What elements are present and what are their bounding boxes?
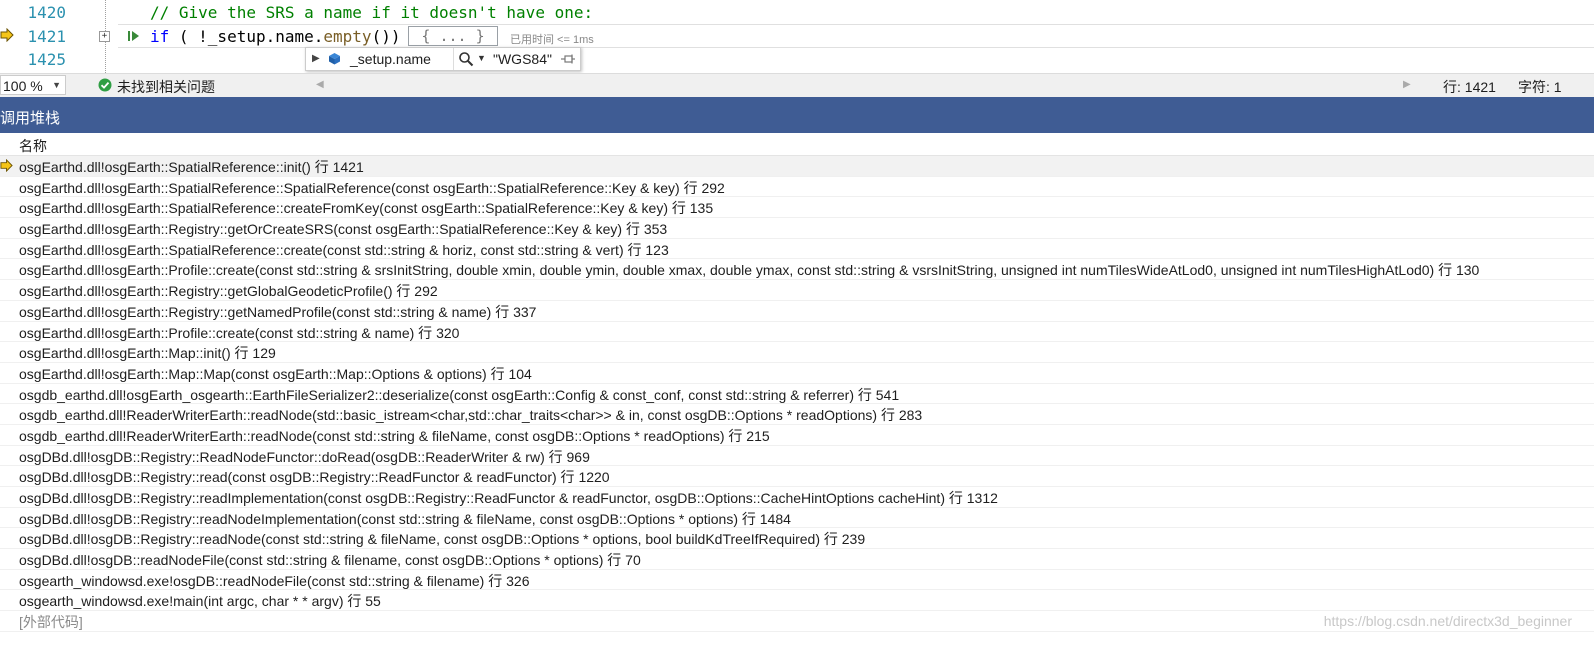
- frame-label: osgDBd.dll!osgDB::Registry::readNode(con…: [19, 531, 866, 548]
- callstack-row[interactable]: osgdb_earthd.dll!ReaderWriterEarth::read…: [0, 404, 1594, 425]
- frame-label: osgEarthd.dll!osgEarth::Profile::create(…: [19, 324, 460, 341]
- frame-label: osgdb_earthd.dll!ReaderWriterEarth::read…: [19, 427, 770, 444]
- datatip[interactable]: ▶ _setup.name ▼ "WGS84": [305, 47, 581, 71]
- callstack-row[interactable]: osgEarthd.dll!osgEarth::Map::init() 行 12…: [0, 342, 1594, 363]
- callstack-row[interactable]: osgDBd.dll!osgDB::Registry::readNode(con…: [0, 528, 1594, 550]
- callstack-row[interactable]: osgEarthd.dll!osgEarth::Registry::getGlo…: [0, 280, 1594, 301]
- field-cube-icon: [329, 53, 340, 65]
- frame-label: osgEarthd.dll!osgEarth::Registry::getGlo…: [19, 283, 438, 300]
- frame-label: osgEarthd.dll!osgEarth::Profile::create(…: [19, 262, 1480, 279]
- zoom-value: 100 %: [3, 78, 43, 94]
- code-line-1421[interactable]: 1421 if ( !_setup.name.empty()): [0, 25, 1594, 48]
- callstack-row[interactable]: osgearth_windowsd.exe!osgDB::readNodeFil…: [0, 570, 1594, 591]
- visualizer-dropdown-icon[interactable]: ▼: [477, 53, 486, 63]
- callstack-row[interactable]: osgEarthd.dll!osgEarth::SpatialReference…: [0, 239, 1594, 260]
- callstack-row[interactable]: osgdb_earthd.dll!ReaderWriterEarth::read…: [0, 425, 1594, 446]
- cursor-line: 行: 1421: [1443, 79, 1496, 95]
- callstack-row[interactable]: osgEarthd.dll!osgEarth::SpatialReference…: [0, 197, 1594, 219]
- scroll-right-icon[interactable]: ▶: [1403, 79, 1411, 90]
- frame-label: osgearth_windowsd.exe!osgDB::readNodeFil…: [19, 572, 530, 589]
- perf-tip[interactable]: 已用时间 <= 1ms: [510, 31, 594, 47]
- frame-label: osgEarthd.dll!osgEarth::Registry::getOrC…: [19, 221, 668, 238]
- code-expression-end: ()): [371, 27, 401, 46]
- frame-label: osgEarthd.dll!osgEarth::SpatialReference…: [19, 159, 364, 175]
- frame-label: osgDBd.dll!osgDB::Registry::readNodeImpl…: [19, 510, 791, 527]
- code-editor[interactable]: 1420 // Give the SRS a name if it doesn'…: [0, 0, 1594, 73]
- frame-label: osgEarthd.dll!osgEarth::Registry::getNam…: [19, 303, 537, 320]
- panel-title: 调用堆栈: [0, 110, 61, 127]
- datatip-value[interactable]: "WGS84": [493, 51, 552, 67]
- code-function-call: empty: [323, 27, 372, 46]
- issues-status[interactable]: 未找到相关问题: [117, 77, 215, 97]
- line-number: 1421: [27, 27, 66, 46]
- current-frame-arrow-icon: [0, 159, 13, 172]
- check-circle-icon: [98, 78, 112, 92]
- code-expression: ( !_setup.name.: [169, 27, 324, 46]
- callstack-row[interactable]: osgdb_earthd.dll!osgEarth_osgearth::Eart…: [0, 384, 1594, 405]
- callstack-column-header[interactable]: 名称: [0, 133, 1594, 156]
- code-line-1425[interactable]: 1425: [0, 48, 1594, 71]
- datatip-separator: [453, 48, 454, 70]
- pin-icon[interactable]: [561, 53, 575, 65]
- scroll-left-icon[interactable]: ◀: [316, 79, 324, 90]
- code-line-1420[interactable]: 1420 // Give the SRS a name if it doesn'…: [0, 1, 1594, 24]
- zoom-dropdown[interactable]: 100 % ▼: [0, 75, 66, 95]
- editor-status-bar: 100 % ▼ 未找到相关问题 ◀ ▶ 行: 1421 字符: 1: [0, 73, 1594, 97]
- line-number: 1420: [27, 3, 66, 22]
- frame-label: [外部代码]: [19, 614, 83, 631]
- code-statement: if ( !_setup.name.empty()): [150, 25, 400, 48]
- frame-label: osgEarthd.dll!osgEarth::SpatialReference…: [19, 241, 669, 258]
- watermark: https://blog.csdn.net/directx3d_beginner: [1323, 613, 1572, 629]
- frame-label: osgDBd.dll!osgDB::Registry::readImplemen…: [19, 490, 998, 506]
- chevron-down-icon: ▼: [52, 80, 61, 90]
- frame-label: osgdb_earthd.dll!osgEarth_osgearth::Eart…: [19, 386, 900, 403]
- callstack-row[interactable]: osgEarthd.dll!osgEarth::Profile::create(…: [0, 322, 1594, 343]
- frame-label: osgdb_earthd.dll!ReaderWriterEarth::read…: [19, 407, 923, 424]
- frame-label: osgDBd.dll!osgDB::Registry::ReadNodeFunc…: [19, 448, 590, 465]
- frame-label: osgEarthd.dll!osgEarth::Map::init() 行 12…: [19, 345, 276, 362]
- callstack-title-bar[interactable]: 调用堆栈: [0, 97, 1594, 133]
- frame-label: osgDBd.dll!osgDB::readNodeFile(const std…: [19, 552, 641, 569]
- frame-label: osgEarthd.dll!osgEarth::SpatialReference…: [19, 200, 714, 217]
- callstack-row[interactable]: osgDBd.dll!osgDB::Registry::ReadNodeFunc…: [0, 446, 1594, 467]
- frame-label: osgEarthd.dll!osgEarth::Map::Map(const o…: [19, 365, 532, 382]
- callstack-row[interactable]: osgDBd.dll!osgDB::readNodeFile(const std…: [0, 549, 1594, 570]
- visualizer-search-icon[interactable]: [458, 51, 474, 67]
- callstack-row[interactable]: osgEarthd.dll!osgEarth::Registry::getOrC…: [0, 218, 1594, 239]
- callstack-row-current[interactable]: osgEarthd.dll!osgEarth::SpatialReference…: [0, 156, 1594, 177]
- collapsed-code-block[interactable]: { ... }: [408, 26, 498, 46]
- callstack-row[interactable]: osgearth_windowsd.exe!main(int argc, cha…: [0, 590, 1594, 612]
- callstack-list[interactable]: osgEarthd.dll!osgEarth::SpatialReference…: [0, 156, 1594, 632]
- callstack-row[interactable]: osgEarthd.dll!osgEarth::Registry::getNam…: [0, 301, 1594, 322]
- frame-label: osgEarthd.dll!osgEarth::SpatialReference…: [19, 179, 725, 196]
- callstack-row[interactable]: osgDBd.dll!osgDB::Registry::readImplemen…: [0, 487, 1594, 508]
- line-number: 1425: [27, 50, 66, 69]
- cursor-column: 字符: 1: [1518, 79, 1562, 95]
- frame-label: osgearth_windowsd.exe!main(int argc, cha…: [19, 593, 381, 610]
- code-comment: // Give the SRS a name if it doesn't hav…: [150, 3, 594, 22]
- datatip-variable-name: _setup.name: [350, 51, 431, 67]
- code-keyword: if: [150, 27, 170, 46]
- callstack-row[interactable]: osgEarthd.dll!osgEarth::SpatialReference…: [0, 177, 1594, 198]
- frame-label: osgDBd.dll!osgDB::Registry::read(const o…: [19, 469, 610, 486]
- callstack-row[interactable]: osgDBd.dll!osgDB::Registry::read(const o…: [0, 466, 1594, 487]
- column-header-name: 名称: [19, 138, 47, 154]
- callstack-row[interactable]: osgDBd.dll!osgDB::Registry::readNodeImpl…: [0, 508, 1594, 529]
- callstack-row[interactable]: osgEarthd.dll!osgEarth::Profile::create(…: [0, 259, 1594, 281]
- callstack-row[interactable]: osgEarthd.dll!osgEarth::Map::Map(const o…: [0, 363, 1594, 384]
- expand-triangle-icon[interactable]: ▶: [312, 53, 320, 64]
